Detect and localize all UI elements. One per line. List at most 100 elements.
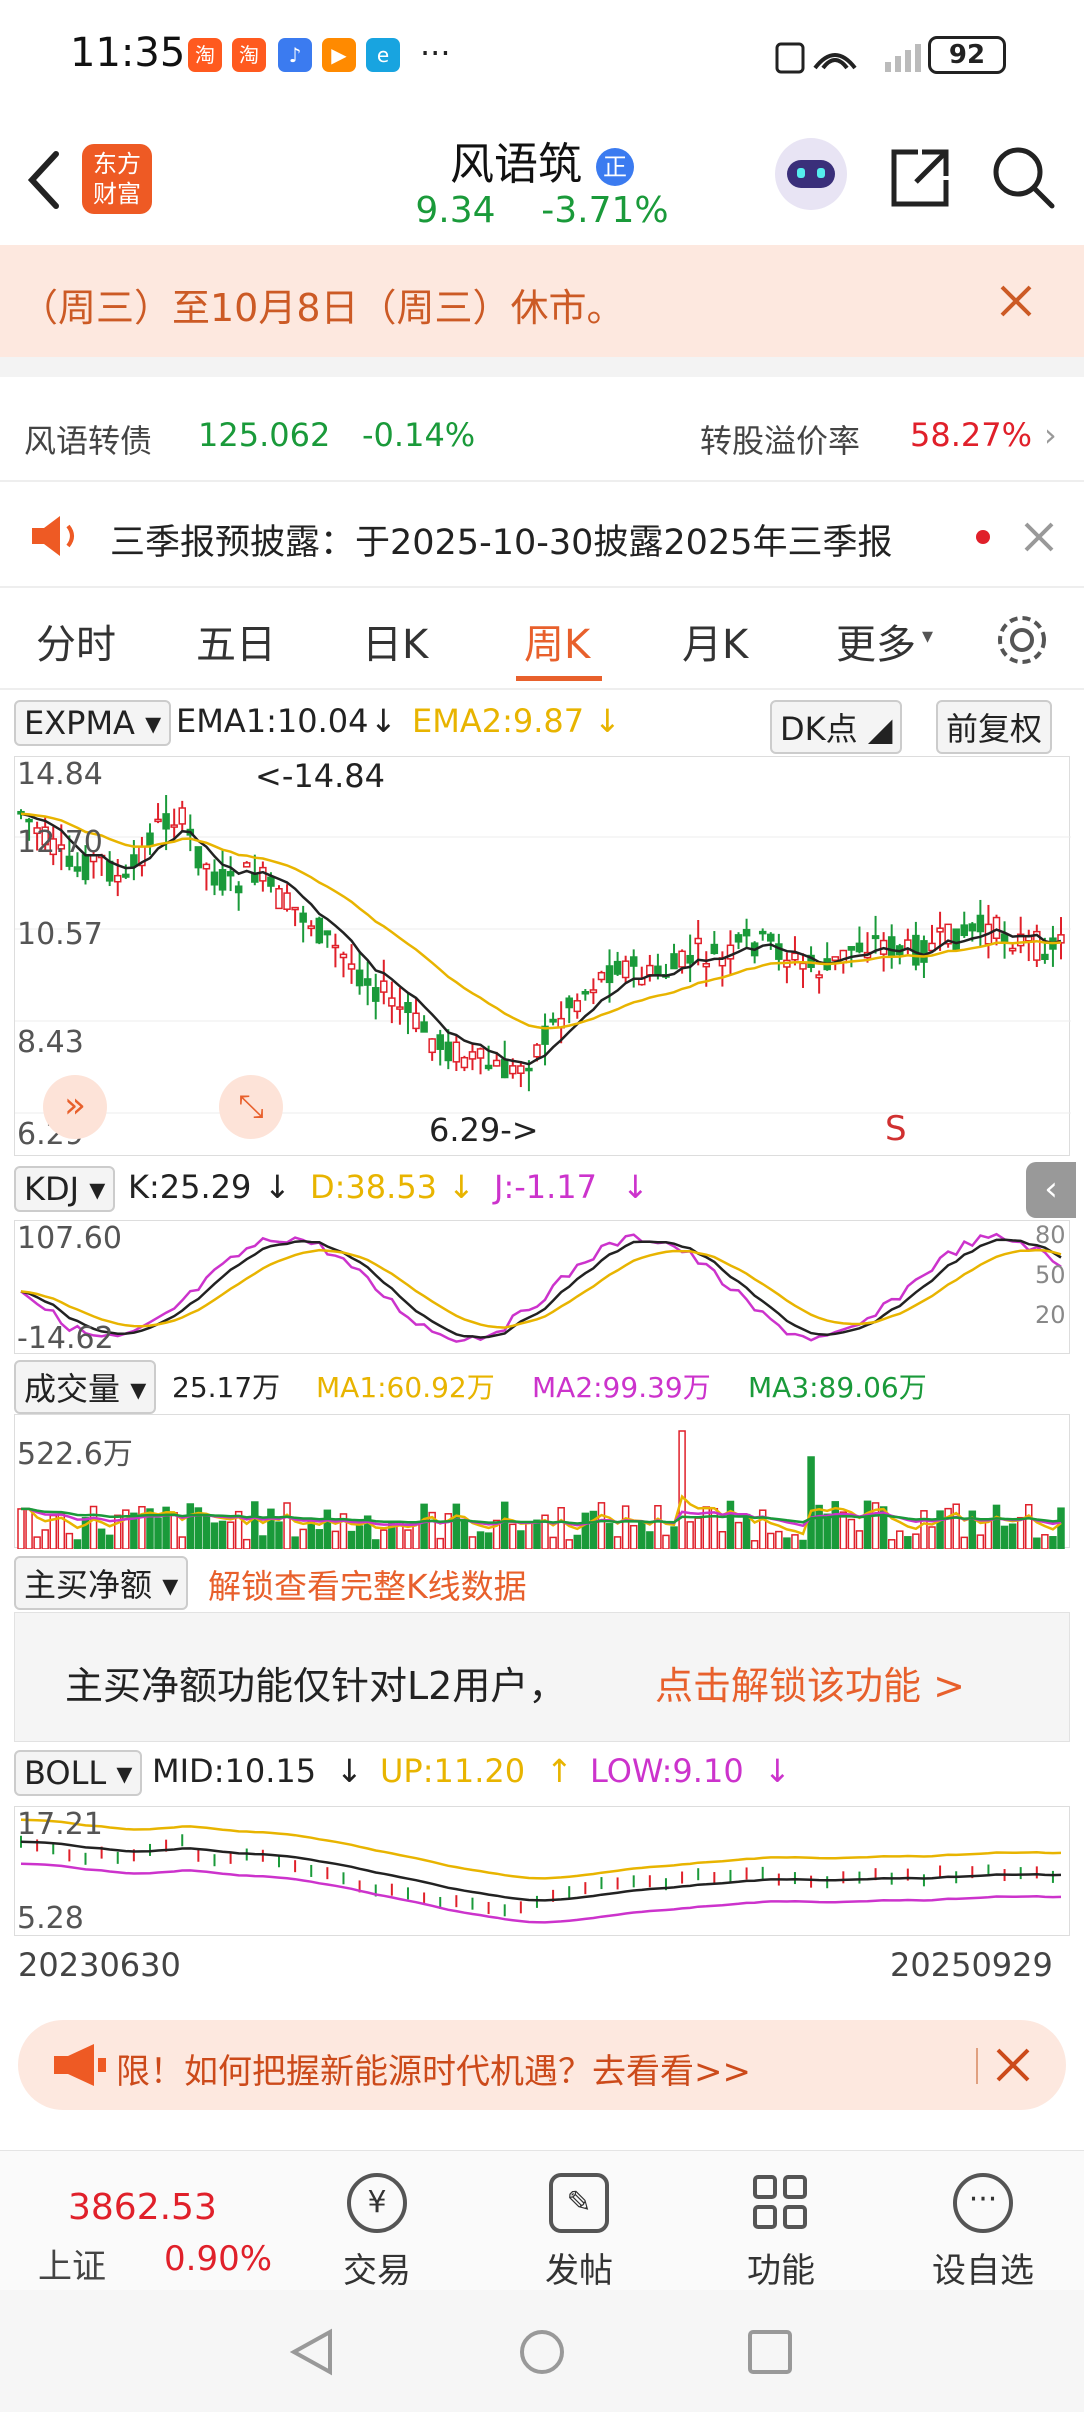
kdj-label: KDJ: [24, 1170, 80, 1208]
search-icon[interactable]: [990, 144, 1058, 212]
dk-point-button[interactable]: DK点 ◢: [770, 700, 903, 754]
volume-bar: [218, 1520, 227, 1550]
boll-chart: 17.21 5.28: [14, 1806, 1070, 1936]
more-notifications-icon: ···: [420, 34, 451, 72]
close-icon[interactable]: [994, 2046, 1032, 2084]
volume-bar: [154, 1517, 162, 1550]
volume-bar: [476, 1531, 485, 1550]
fullscreen-icon[interactable]: ⤡: [219, 1075, 283, 1139]
volume-bar: [686, 1521, 694, 1550]
kdj-j-value: J:-1.17: [494, 1168, 598, 1206]
volume-bar: [597, 1502, 606, 1550]
expma-selector[interactable]: EXPMA ▾: [14, 700, 172, 746]
functions-button[interactable]: 功能: [716, 2173, 846, 2292]
net-buy-label: 主买净额: [24, 1566, 153, 1604]
nav-home-icon[interactable]: [518, 2328, 566, 2376]
volume-bar: [976, 1534, 985, 1550]
volume-bar: [621, 1505, 630, 1550]
divider: [976, 2048, 978, 2084]
convertible-bond-row[interactable]: 风语转债 125.062 -0.14% 转股溢价率 58.27% ›: [0, 410, 1084, 470]
functions-label: 功能: [747, 2251, 815, 2291]
announcement-row[interactable]: 三季报预披露：于2025-10-30披露2025年三季报: [0, 490, 1084, 580]
announcement-text: 三季报预披露：于2025-10-30披露2025年三季报: [110, 523, 893, 563]
unread-dot: [976, 530, 990, 544]
caret-down-icon: ▾: [922, 624, 934, 649]
promo-banner[interactable]: 限！如何把握新能源时代机遇？去看看>>: [18, 2020, 1066, 2110]
high-price-marker: <-14.84: [255, 757, 385, 795]
candle-body: [573, 1000, 582, 1013]
candle-body: [525, 1067, 533, 1072]
y-label-mid3: 8.43: [17, 1025, 84, 1060]
boll-header: BOLL ▾ MID:10.15 ↓ UP:11.20 ↑ LOW:9.10 ↓: [0, 1750, 1084, 1800]
net-buy-selector[interactable]: 主买净额 ▾: [14, 1556, 189, 1610]
tab-minute[interactable]: 分时: [36, 612, 116, 670]
volume-bar: [436, 1537, 444, 1550]
tab-five-day[interactable]: 五日: [196, 612, 276, 670]
trade-button[interactable]: ¥ 交易: [312, 2173, 442, 2292]
volume-bar: [315, 1529, 324, 1550]
candle-body: [194, 846, 203, 869]
share-icon[interactable]: [888, 146, 952, 210]
volume-bar: [936, 1510, 944, 1550]
volume-bar: [710, 1507, 719, 1550]
candle-body: [734, 934, 743, 943]
candle-body: [162, 813, 170, 830]
volume-bar: [25, 1508, 33, 1550]
volume-bar: [460, 1519, 469, 1550]
main-kline-chart[interactable]: 14.84 12.70 10.57 8.43 6.29 <-14.84 6.29…: [14, 756, 1071, 1156]
candle-body: [605, 965, 614, 984]
volume-chart: 522.6万: [14, 1414, 1070, 1550]
nav-back-icon[interactable]: [290, 2328, 334, 2376]
add-watchlist-button[interactable]: ··· 设自选: [918, 2173, 1048, 2292]
volume-bar: [775, 1530, 783, 1550]
close-icon[interactable]: [1022, 520, 1056, 554]
candle-body: [412, 1012, 420, 1030]
bond-name: 风语转债: [24, 422, 153, 460]
tab-monthly-k[interactable]: 月K: [682, 612, 748, 670]
kdj-k-value: K:25.29: [128, 1168, 252, 1206]
volume-selector[interactable]: 成交量 ▾: [14, 1360, 157, 1414]
volume-bar: [186, 1503, 195, 1550]
index-name: 上证: [38, 2247, 106, 2287]
volume-bar: [267, 1508, 275, 1550]
candle-body: [105, 860, 114, 882]
tab-more[interactable]: 更多: [836, 612, 916, 670]
adjust-button[interactable]: 前复权: [936, 700, 1053, 754]
candle-body: [484, 1064, 493, 1070]
tab-daily-k[interactable]: 日K: [362, 612, 428, 670]
candle-body: [500, 1058, 509, 1079]
kdj-level-50: 50: [1035, 1261, 1066, 1289]
nav-recents-icon[interactable]: [748, 2330, 792, 2374]
unlock-kline-link[interactable]: 解锁查看完整K线数据: [208, 1560, 527, 1608]
boll-selector[interactable]: BOLL ▾: [14, 1750, 143, 1796]
candle-body: [492, 1059, 501, 1067]
volume-y-top: 522.6万: [17, 1437, 133, 1472]
more-dots-icon: ···: [953, 2173, 1013, 2233]
candle-body: [452, 1041, 461, 1063]
index-ticker[interactable]: 3862.53 上证 0.90%: [20, 2165, 280, 2287]
post-button[interactable]: ✎ 发帖: [514, 2173, 644, 2292]
divider: [0, 357, 1084, 377]
stock-price: 9.34: [415, 190, 496, 231]
candle-body: [758, 930, 767, 935]
add-watchlist-label: 设自选: [932, 2251, 1034, 2291]
stock-change: -3.71%: [541, 190, 669, 231]
status-bar: 11:35 淘 淘 ♪ ▶ e ··· 92: [0, 0, 1084, 110]
collapse-panel-icon[interactable]: ‹: [1026, 1162, 1076, 1218]
tab-weekly-k[interactable]: 周K: [524, 612, 590, 670]
kdj-selector[interactable]: KDJ ▾: [14, 1166, 116, 1212]
candle-body: [815, 974, 823, 979]
candle-body: [218, 869, 227, 891]
volume-bar: [807, 1456, 815, 1550]
expand-left-icon[interactable]: »: [43, 1075, 107, 1139]
settings-gear-icon[interactable]: [994, 612, 1050, 668]
music-icon: ♪: [278, 38, 312, 72]
unlock-feature-link[interactable]: 点击解锁该功能 >: [655, 1655, 965, 1710]
candle-body: [936, 927, 944, 933]
down-arrow-icon: ↓: [264, 1168, 291, 1206]
ai-assistant-icon[interactable]: [775, 138, 847, 210]
down-arrow-icon: ↓: [594, 702, 621, 740]
candle-body: [646, 964, 654, 976]
volume-bar: [646, 1531, 654, 1550]
close-icon[interactable]: [998, 283, 1034, 319]
